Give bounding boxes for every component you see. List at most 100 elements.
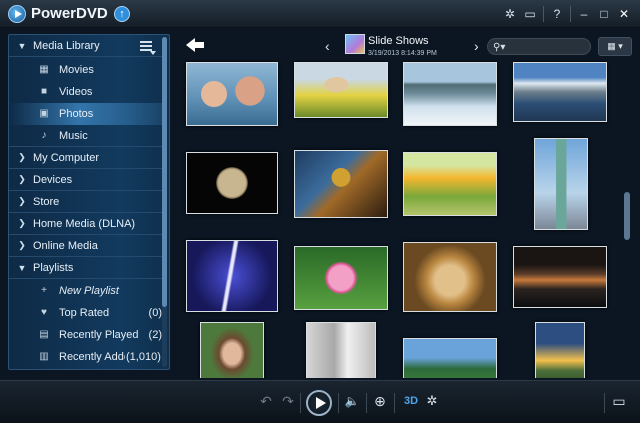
photo-thumbnail-couple[interactable] xyxy=(186,62,278,126)
close-button[interactable]: ✕ xyxy=(614,4,634,24)
sidebar-item-label: Store xyxy=(33,195,60,208)
next-album-button[interactable]: › xyxy=(474,38,479,54)
redo-icon[interactable]: ↷ xyxy=(280,393,296,410)
photo-grid xyxy=(178,60,620,378)
photo-thumbnail-bridge[interactable] xyxy=(513,246,607,308)
separator xyxy=(604,393,605,413)
tv-out-icon[interactable]: ▭ xyxy=(610,393,628,410)
heart-icon: ♥ xyxy=(41,307,47,318)
item-count: (2) xyxy=(148,329,162,341)
photo-thumbnail-meadow[interactable] xyxy=(403,338,497,378)
photo-thumbnail-moon[interactable] xyxy=(186,152,278,214)
3d-button[interactable]: 3D xyxy=(402,395,420,407)
sidebar-item-label: Top Rated xyxy=(59,307,110,319)
sidebar-item-label: Videos xyxy=(59,86,93,98)
undo-icon[interactable]: ↶ xyxy=(258,393,274,410)
play-button[interactable] xyxy=(306,390,332,416)
plus-icon: + xyxy=(41,285,47,296)
photo-thumbnail-dog[interactable] xyxy=(294,62,388,118)
sidebar-item-label: Home Media (DLNA) xyxy=(33,217,136,230)
volume-icon[interactable]: 🔈 xyxy=(343,394,361,408)
sidebar: ▼ Media Library ▦ Movies ■ Videos ▣ Phot… xyxy=(8,34,170,370)
photo-thumbnail-butterfly[interactable] xyxy=(294,150,388,218)
album-title: Slide Shows xyxy=(368,35,429,47)
scrollbar-thumb[interactable] xyxy=(624,192,630,240)
photo-thumbnail-woman[interactable] xyxy=(200,322,264,378)
sidebar-item-label: New Playlist xyxy=(59,285,119,297)
sidebar-item-new-playlist[interactable]: + New Playlist xyxy=(9,280,164,302)
powerdvd-logo-icon xyxy=(8,5,26,23)
separator xyxy=(338,393,339,413)
sidebar-item-online-media[interactable]: ❯ Online Media xyxy=(9,235,164,257)
grid-scrollbar[interactable] xyxy=(624,62,630,374)
sidebar-item-movies[interactable]: ▦ Movies xyxy=(9,59,164,81)
menu-icon[interactable] xyxy=(140,41,156,55)
chevron-down-icon: ▼ xyxy=(17,262,27,273)
sidebar-item-recently-played[interactable]: ▤ Recently Played (2) xyxy=(9,324,164,346)
previous-album-button[interactable]: ‹ xyxy=(325,38,330,54)
album-date: 3/19/2013 8:14:39 PM xyxy=(368,50,437,57)
recent-play-icon: ▤ xyxy=(39,329,49,340)
view-mode-button[interactable]: ▦ ▾ xyxy=(598,37,632,56)
photo-thumbnail-misty-forest[interactable] xyxy=(306,322,376,378)
chevron-right-icon: ❯ xyxy=(18,240,26,250)
separator xyxy=(366,393,367,413)
window-controls: ✲ ▭ ? – □ ✕ xyxy=(500,4,634,24)
chevron-right-icon: ❯ xyxy=(18,218,26,228)
app-title: PowerDVD xyxy=(31,5,108,22)
gear-icon[interactable]: ✲ xyxy=(424,393,440,409)
chevron-right-icon: ❯ xyxy=(18,174,26,184)
separator xyxy=(543,6,544,22)
item-count: (0) xyxy=(148,307,162,319)
photo-thumbnail-lion[interactable] xyxy=(403,242,497,312)
help-button[interactable]: ? xyxy=(547,4,567,24)
sidebar-item-label: Media Library xyxy=(33,39,100,52)
scrollbar-thumb[interactable] xyxy=(162,37,167,307)
sidebar-item-devices[interactable]: ❯ Devices xyxy=(9,169,164,191)
gear-icon[interactable]: ✲ xyxy=(500,4,520,24)
sidebar-item-label: Photos xyxy=(59,108,94,120)
sidebar-item-store[interactable]: ❯ Store xyxy=(9,191,164,213)
chevron-down-icon: ▼ xyxy=(17,40,27,51)
sidebar-item-label: Devices xyxy=(33,173,73,186)
recent-add-icon: ▥ xyxy=(39,351,49,362)
separator xyxy=(570,6,571,22)
chevron-right-icon: ❯ xyxy=(18,196,26,206)
search-input[interactable] xyxy=(510,40,586,54)
sidebar-item-label: Movies xyxy=(59,64,94,76)
sidebar-item-videos[interactable]: ■ Videos xyxy=(9,81,164,103)
photo-thumbnail-mountain-lake[interactable] xyxy=(513,62,607,122)
zoom-icon[interactable]: ⊕ xyxy=(372,393,388,410)
tv-icon[interactable]: ▭ xyxy=(520,4,540,24)
sidebar-playlists[interactable]: ▼ Playlists xyxy=(9,257,164,279)
maximize-button[interactable]: □ xyxy=(594,4,614,24)
sidebar-item-home-media[interactable]: ❯ Home Media (DLNA) xyxy=(9,213,164,235)
photo-thumbnail-bicycle[interactable] xyxy=(403,152,497,216)
sidebar-item-label: Recently Added xyxy=(59,351,125,363)
sidebar-item-photos[interactable]: ▣ Photos xyxy=(9,103,164,125)
sidebar-media-library[interactable]: ▼ Media Library xyxy=(9,35,164,57)
sidebar-item-label: Recently Played xyxy=(59,329,139,341)
music-note-icon: ♪ xyxy=(41,129,47,141)
sidebar-item-my-computer[interactable]: ❯ My Computer xyxy=(9,147,164,169)
sidebar-item-label: Music xyxy=(59,129,88,142)
sidebar-item-music[interactable]: ♪ Music xyxy=(9,125,164,147)
minimize-button[interactable]: – xyxy=(574,4,594,24)
chevron-right-icon: ❯ xyxy=(18,152,26,162)
photo-thumbnail-statue-of-liberty[interactable] xyxy=(534,138,588,230)
sidebar-item-recently-added[interactable]: ▥ Recently Added (1,010) xyxy=(9,346,164,368)
player-control-bar: ↶ ↷ 🔈 ⊕ 3D ✲ ▭ xyxy=(0,380,640,423)
back-arrow-button[interactable] xyxy=(186,38,204,52)
sidebar-scrollbar[interactable] xyxy=(162,37,167,367)
update-arrow-icon[interactable]: ↑ xyxy=(114,6,130,22)
picture-icon: ▣ xyxy=(39,108,49,119)
album-thumbnail xyxy=(345,34,365,54)
photo-thumbnail-lotus[interactable] xyxy=(294,246,388,310)
separator xyxy=(300,393,301,413)
search-icon[interactable]: ⚲▾ xyxy=(493,42,505,53)
search-box[interactable]: ⚲▾ xyxy=(487,38,591,55)
photo-thumbnail-lightning[interactable] xyxy=(186,240,278,312)
photo-thumbnail-sunset[interactable] xyxy=(535,322,585,378)
sidebar-item-top-rated[interactable]: ♥ Top Rated (0) xyxy=(9,302,164,324)
photo-thumbnail-lake[interactable] xyxy=(403,62,497,126)
